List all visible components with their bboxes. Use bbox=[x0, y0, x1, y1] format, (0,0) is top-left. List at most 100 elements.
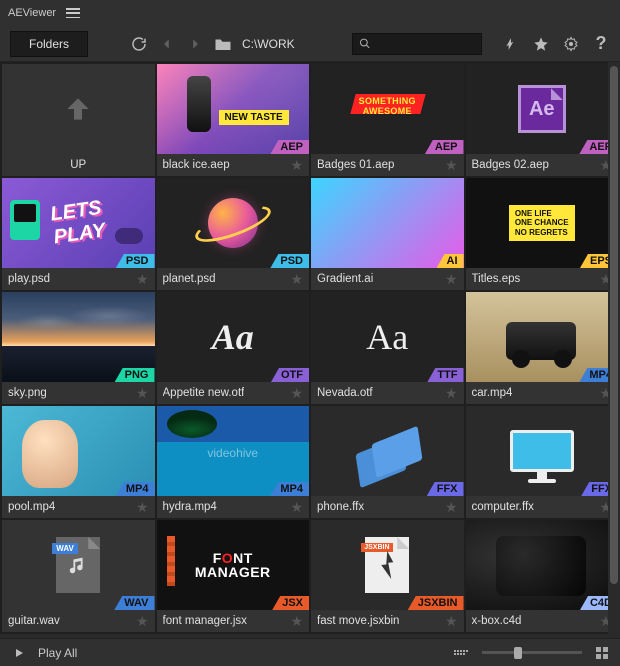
file-item[interactable]: PNGsky.png★ bbox=[2, 292, 155, 404]
file-item[interactable]: LETSPLAYPSD play.psd ★ bbox=[2, 178, 155, 290]
file-thumb[interactable]: PNG bbox=[2, 292, 155, 382]
file-name: black ice.aep bbox=[163, 159, 230, 171]
search-box[interactable] bbox=[352, 33, 482, 55]
file-item[interactable]: AEPBadges 01.aep★ bbox=[311, 64, 464, 176]
folders-button[interactable]: Folders bbox=[10, 31, 88, 57]
file-item[interactable]: ONE LIFEONE CHANCENO REGRETSEPS Titles.ep… bbox=[466, 178, 619, 290]
file-thumb[interactable]: AEP bbox=[157, 64, 310, 154]
extension-badge: OTF bbox=[271, 368, 309, 382]
file-item[interactable]: JSXBINJSXBIN fast move.jsxbin ★ bbox=[311, 520, 464, 632]
file-thumb[interactable]: AaOTF bbox=[157, 292, 310, 382]
file-name: Nevada.otf bbox=[317, 387, 373, 399]
file-item[interactable]: AeAEPBadges 02.aep★ bbox=[466, 64, 619, 176]
file-thumb[interactable]: MP4 bbox=[466, 292, 619, 382]
file-thumb[interactable]: MP4 bbox=[2, 406, 155, 496]
file-item[interactable]: AEP black ice.aep ★ bbox=[157, 64, 310, 176]
file-item[interactable]: MP4car.mp4★ bbox=[466, 292, 619, 404]
file-item[interactable]: FONTMANAGERJSX font manager.jsx ★ bbox=[157, 520, 310, 632]
file-name: guitar.wav bbox=[8, 615, 60, 627]
file-name: Appetite new.otf bbox=[163, 387, 245, 399]
play-icon[interactable] bbox=[10, 644, 28, 662]
extension-badge: PSD bbox=[116, 254, 155, 268]
extension-badge: PNG bbox=[115, 368, 155, 382]
extension-badge: MP4 bbox=[270, 482, 309, 496]
file-name: Titles.eps bbox=[472, 273, 521, 285]
favorites-icon[interactable] bbox=[532, 35, 550, 53]
file-item[interactable]: AaOTF Appetite new.otf ★ bbox=[157, 292, 310, 404]
play-all-label[interactable]: Play All bbox=[38, 646, 77, 660]
favorite-star-icon[interactable]: ★ bbox=[445, 499, 458, 516]
file-label-row: Badges 01.aep★ bbox=[311, 154, 464, 176]
file-thumb[interactable]: PSD bbox=[157, 178, 310, 268]
file-thumb[interactable]: ONE LIFEONE CHANCENO REGRETSEPS bbox=[466, 178, 619, 268]
file-label-row: black ice.aep ★ bbox=[157, 154, 310, 176]
file-name: fast move.jsxbin bbox=[317, 615, 399, 627]
settings-icon[interactable] bbox=[562, 35, 580, 53]
favorite-star-icon[interactable]: ★ bbox=[445, 385, 458, 402]
search-input[interactable] bbox=[371, 38, 475, 50]
file-thumb[interactable]: FONTMANAGERJSX bbox=[157, 520, 310, 610]
file-thumb[interactable]: JSXBINJSXBIN bbox=[311, 520, 464, 610]
file-thumb[interactable]: AI bbox=[311, 178, 464, 268]
favorite-star-icon[interactable]: ★ bbox=[290, 499, 303, 516]
favorite-star-icon[interactable]: ★ bbox=[290, 385, 303, 402]
file-name: play.psd bbox=[8, 273, 50, 285]
folder-icon[interactable] bbox=[214, 35, 232, 53]
file-label-row: font manager.jsx ★ bbox=[157, 610, 310, 632]
menu-icon[interactable] bbox=[66, 8, 80, 18]
file-item[interactable]: FFXphone.ffx★ bbox=[311, 406, 464, 518]
back-icon[interactable] bbox=[158, 35, 176, 53]
favorite-star-icon[interactable]: ★ bbox=[136, 499, 149, 516]
view-small-icon[interactable] bbox=[454, 650, 468, 655]
favorite-star-icon[interactable]: ★ bbox=[290, 271, 303, 288]
up-folder-thumb[interactable] bbox=[2, 64, 155, 154]
file-thumb[interactable]: LETSPLAYPSD bbox=[2, 178, 155, 268]
toolbar: Folders C:\WORK ? bbox=[0, 26, 620, 62]
file-thumb[interactable]: AaTTF bbox=[311, 292, 464, 382]
file-thumb[interactable]: C4D bbox=[466, 520, 619, 610]
extension-badge: MP4 bbox=[116, 482, 155, 496]
view-large-icon[interactable] bbox=[596, 647, 610, 659]
refresh-icon[interactable] bbox=[130, 35, 148, 53]
file-item[interactable]: AIGradient.ai★ bbox=[311, 178, 464, 290]
favorite-star-icon[interactable]: ★ bbox=[290, 613, 303, 630]
file-thumb[interactable]: FFX bbox=[466, 406, 619, 496]
file-thumb[interactable]: AEP bbox=[311, 64, 464, 154]
file-thumb[interactable]: FFX bbox=[311, 406, 464, 496]
forward-icon[interactable] bbox=[186, 35, 204, 53]
favorite-star-icon[interactable]: ★ bbox=[445, 157, 458, 174]
file-item[interactable]: WAVWAV guitar.wav ★ bbox=[2, 520, 155, 632]
file-name: planet.psd bbox=[163, 273, 216, 285]
file-thumb[interactable]: MP4 bbox=[157, 406, 310, 496]
file-label-row: play.psd ★ bbox=[2, 268, 155, 290]
file-item[interactable]: MP4hydra.mp4★ bbox=[157, 406, 310, 518]
help-icon[interactable]: ? bbox=[592, 35, 610, 53]
file-item[interactable]: UP bbox=[2, 64, 155, 176]
extension-badge: JSX bbox=[272, 596, 309, 610]
file-item[interactable]: C4Dx-box.c4d★ bbox=[466, 520, 619, 632]
file-thumb[interactable]: WAVWAV bbox=[2, 520, 155, 610]
file-label-row: Gradient.ai★ bbox=[311, 268, 464, 290]
file-label-row: Nevada.otf ★ bbox=[311, 382, 464, 404]
extension-badge: AI bbox=[437, 254, 464, 268]
file-label-row: Badges 02.aep★ bbox=[466, 154, 619, 176]
favorite-star-icon[interactable]: ★ bbox=[290, 157, 303, 174]
favorite-star-icon[interactable]: ★ bbox=[136, 385, 149, 402]
zoom-slider[interactable] bbox=[482, 651, 582, 654]
scrollbar[interactable] bbox=[608, 62, 620, 638]
file-label-row: guitar.wav ★ bbox=[2, 610, 155, 632]
file-item[interactable]: FFXcomputer.ffx★ bbox=[466, 406, 619, 518]
favorite-star-icon[interactable]: ★ bbox=[445, 271, 458, 288]
file-item[interactable]: MP4pool.mp4★ bbox=[2, 406, 155, 518]
favorite-star-icon[interactable]: ★ bbox=[445, 613, 458, 630]
file-label-row: fast move.jsxbin ★ bbox=[311, 610, 464, 632]
extension-badge: TTF bbox=[427, 368, 463, 382]
file-item[interactable]: PSD planet.psd ★ bbox=[157, 178, 310, 290]
lightning-icon[interactable] bbox=[502, 35, 520, 53]
file-name: font manager.jsx bbox=[163, 615, 247, 627]
file-thumb[interactable]: AeAEP bbox=[466, 64, 619, 154]
extension-badge: JSXBIN bbox=[408, 596, 464, 610]
file-item[interactable]: AaTTF Nevada.otf ★ bbox=[311, 292, 464, 404]
favorite-star-icon[interactable]: ★ bbox=[136, 613, 149, 630]
favorite-star-icon[interactable]: ★ bbox=[136, 271, 149, 288]
